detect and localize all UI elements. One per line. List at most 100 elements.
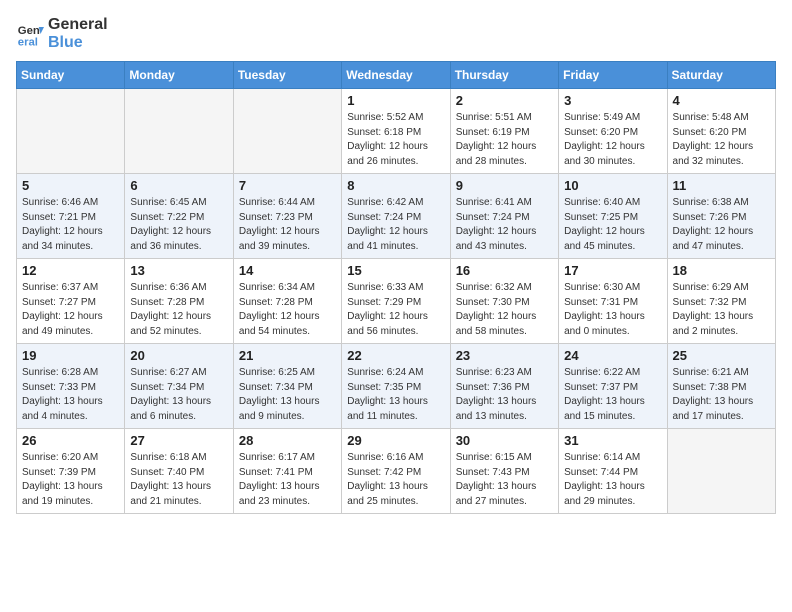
day-number: 22: [347, 348, 444, 363]
day-number: 7: [239, 178, 336, 193]
cell-content: Sunrise: 6:23 AM Sunset: 7:36 PM Dayligh…: [456, 366, 553, 424]
calendar-cell: 1 Sunrise: 5:52 AM Sunset: 6:18 PM Daylig…: [342, 89, 450, 174]
calendar-cell: 31 Sunrise: 6:14 AM Sunset: 7:44 PM Dayli…: [559, 429, 667, 514]
day-number: 15: [347, 263, 444, 278]
calendar-cell: [17, 89, 125, 174]
calendar-cell: [233, 89, 341, 174]
calendar-cell: 15Sunrise: 6:33 AM Sunset: 7:29 PM Dayli…: [342, 259, 450, 344]
cell-content: Sunrise: 5:48 AM Sunset: 6:20 PM Dayligh…: [673, 111, 770, 169]
calendar-cell: 16 Sunrise: 6:32 AM Sunset: 7:30 PM Dayli…: [450, 259, 558, 344]
cell-content: Sunrise: 6:36 AM Sunset: 7:28 PM Dayligh…: [130, 281, 227, 339]
calendar-week-row: 1 Sunrise: 5:52 AM Sunset: 6:18 PM Daylig…: [17, 89, 776, 174]
header-thursday: Thursday: [450, 62, 558, 89]
day-number: 1: [347, 93, 444, 108]
day-number: 18: [673, 263, 770, 278]
svg-text:eral: eral: [18, 36, 38, 48]
header-monday: Monday: [125, 62, 233, 89]
day-number: 24: [564, 348, 661, 363]
calendar-cell: 17Sunrise: 6:30 AM Sunset: 7:31 PM Dayli…: [559, 259, 667, 344]
cell-content: Sunrise: 6:28 AM Sunset: 7:33 PM Dayligh…: [22, 366, 119, 424]
cell-content: Sunrise: 6:24 AM Sunset: 7:35 PM Dayligh…: [347, 366, 444, 424]
day-number: 2: [456, 93, 553, 108]
calendar-week-row: 12 Sunrise: 6:37 AM Sunset: 7:27 PM Dayli…: [17, 259, 776, 344]
cell-content: Sunrise: 6:29 AM Sunset: 7:32 PM Dayligh…: [673, 281, 770, 339]
day-number: 3: [564, 93, 661, 108]
calendar-cell: [667, 429, 775, 514]
header-tuesday: Tuesday: [233, 62, 341, 89]
cell-content: Sunrise: 6:17 AM Sunset: 7:41 PM Dayligh…: [239, 451, 336, 509]
calendar-cell: 4 Sunrise: 5:48 AM Sunset: 6:20 PM Daylig…: [667, 89, 775, 174]
day-number: 28: [239, 433, 336, 448]
calendar-cell: 30 Sunrise: 6:15 AM Sunset: 7:43 PM Dayli…: [450, 429, 558, 514]
calendar-cell: 9Sunrise: 6:41 AM Sunset: 7:24 PM Daylig…: [450, 174, 558, 259]
cell-content: Sunrise: 6:18 AM Sunset: 7:40 PM Dayligh…: [130, 451, 227, 509]
day-number: 13: [130, 263, 227, 278]
day-number: 10: [564, 178, 661, 193]
calendar-cell: 21 Sunrise: 6:25 AM Sunset: 7:34 PM Dayli…: [233, 344, 341, 429]
cell-content: Sunrise: 6:45 AM Sunset: 7:22 PM Dayligh…: [130, 196, 227, 254]
calendar-cell: 11 Sunrise: 6:38 AM Sunset: 7:26 PM Dayli…: [667, 174, 775, 259]
cell-content: Sunrise: 6:20 AM Sunset: 7:39 PM Dayligh…: [22, 451, 119, 509]
calendar-table: SundayMondayTuesdayWednesdayThursdayFrid…: [16, 61, 776, 514]
calendar-cell: 10 Sunrise: 6:40 AM Sunset: 7:25 PM Dayli…: [559, 174, 667, 259]
logo-icon: Gen eral: [16, 20, 44, 48]
cell-content: Sunrise: 6:41 AM Sunset: 7:24 PM Dayligh…: [456, 196, 553, 254]
cell-content: Sunrise: 6:25 AM Sunset: 7:34 PM Dayligh…: [239, 366, 336, 424]
calendar-cell: 26 Sunrise: 6:20 AM Sunset: 7:39 PM Dayli…: [17, 429, 125, 514]
day-number: 11: [673, 178, 770, 193]
logo: Gen eral General Blue: [16, 16, 108, 51]
calendar-cell: 7 Sunrise: 6:44 AM Sunset: 7:23 PM Daylig…: [233, 174, 341, 259]
cell-content: Sunrise: 6:14 AM Sunset: 7:44 PM Dayligh…: [564, 451, 661, 509]
page-header: Gen eral General Blue: [16, 16, 776, 51]
day-number: 20: [130, 348, 227, 363]
calendar-cell: 6Sunrise: 6:45 AM Sunset: 7:22 PM Daylig…: [125, 174, 233, 259]
calendar-cell: 22 Sunrise: 6:24 AM Sunset: 7:35 PM Dayli…: [342, 344, 450, 429]
calendar-cell: 20Sunrise: 6:27 AM Sunset: 7:34 PM Dayli…: [125, 344, 233, 429]
day-number: 14: [239, 263, 336, 278]
calendar-cell: 14 Sunrise: 6:34 AM Sunset: 7:28 PM Dayli…: [233, 259, 341, 344]
calendar-cell: 27Sunrise: 6:18 AM Sunset: 7:40 PM Dayli…: [125, 429, 233, 514]
header-friday: Friday: [559, 62, 667, 89]
day-number: 25: [673, 348, 770, 363]
calendar-cell: 23 Sunrise: 6:23 AM Sunset: 7:36 PM Dayli…: [450, 344, 558, 429]
calendar-cell: 29Sunrise: 6:16 AM Sunset: 7:42 PM Dayli…: [342, 429, 450, 514]
day-number: 12: [22, 263, 119, 278]
calendar-cell: 13 Sunrise: 6:36 AM Sunset: 7:28 PM Dayli…: [125, 259, 233, 344]
cell-content: Sunrise: 6:37 AM Sunset: 7:27 PM Dayligh…: [22, 281, 119, 339]
cell-content: Sunrise: 5:49 AM Sunset: 6:20 PM Dayligh…: [564, 111, 661, 169]
calendar-week-row: 26 Sunrise: 6:20 AM Sunset: 7:39 PM Dayli…: [17, 429, 776, 514]
day-number: 4: [673, 93, 770, 108]
cell-content: Sunrise: 6:34 AM Sunset: 7:28 PM Dayligh…: [239, 281, 336, 339]
day-number: 31: [564, 433, 661, 448]
calendar-cell: 28 Sunrise: 6:17 AM Sunset: 7:41 PM Dayli…: [233, 429, 341, 514]
cell-content: Sunrise: 6:46 AM Sunset: 7:21 PM Dayligh…: [22, 196, 119, 254]
calendar-cell: 25Sunrise: 6:21 AM Sunset: 7:38 PM Dayli…: [667, 344, 775, 429]
header-sunday: Sunday: [17, 62, 125, 89]
day-number: 23: [456, 348, 553, 363]
cell-content: Sunrise: 6:16 AM Sunset: 7:42 PM Dayligh…: [347, 451, 444, 509]
day-number: 8: [347, 178, 444, 193]
cell-content: Sunrise: 6:32 AM Sunset: 7:30 PM Dayligh…: [456, 281, 553, 339]
calendar-cell: 2Sunrise: 5:51 AM Sunset: 6:19 PM Daylig…: [450, 89, 558, 174]
cell-content: Sunrise: 5:52 AM Sunset: 6:18 PM Dayligh…: [347, 111, 444, 169]
calendar-header-row: SundayMondayTuesdayWednesdayThursdayFrid…: [17, 62, 776, 89]
day-number: 30: [456, 433, 553, 448]
cell-content: Sunrise: 6:38 AM Sunset: 7:26 PM Dayligh…: [673, 196, 770, 254]
header-saturday: Saturday: [667, 62, 775, 89]
calendar-cell: 3 Sunrise: 5:49 AM Sunset: 6:20 PM Daylig…: [559, 89, 667, 174]
day-number: 19: [22, 348, 119, 363]
header-wednesday: Wednesday: [342, 62, 450, 89]
day-number: 21: [239, 348, 336, 363]
cell-content: Sunrise: 6:40 AM Sunset: 7:25 PM Dayligh…: [564, 196, 661, 254]
calendar-cell: 19 Sunrise: 6:28 AM Sunset: 7:33 PM Dayli…: [17, 344, 125, 429]
day-number: 26: [22, 433, 119, 448]
calendar-cell: 18 Sunrise: 6:29 AM Sunset: 7:32 PM Dayli…: [667, 259, 775, 344]
cell-content: Sunrise: 6:30 AM Sunset: 7:31 PM Dayligh…: [564, 281, 661, 339]
cell-content: Sunrise: 6:15 AM Sunset: 7:43 PM Dayligh…: [456, 451, 553, 509]
svg-text:Gen: Gen: [18, 25, 40, 37]
calendar-cell: 8Sunrise: 6:42 AM Sunset: 7:24 PM Daylig…: [342, 174, 450, 259]
day-number: 16: [456, 263, 553, 278]
cell-content: Sunrise: 6:44 AM Sunset: 7:23 PM Dayligh…: [239, 196, 336, 254]
cell-content: Sunrise: 6:22 AM Sunset: 7:37 PM Dayligh…: [564, 366, 661, 424]
calendar-week-row: 19 Sunrise: 6:28 AM Sunset: 7:33 PM Dayli…: [17, 344, 776, 429]
